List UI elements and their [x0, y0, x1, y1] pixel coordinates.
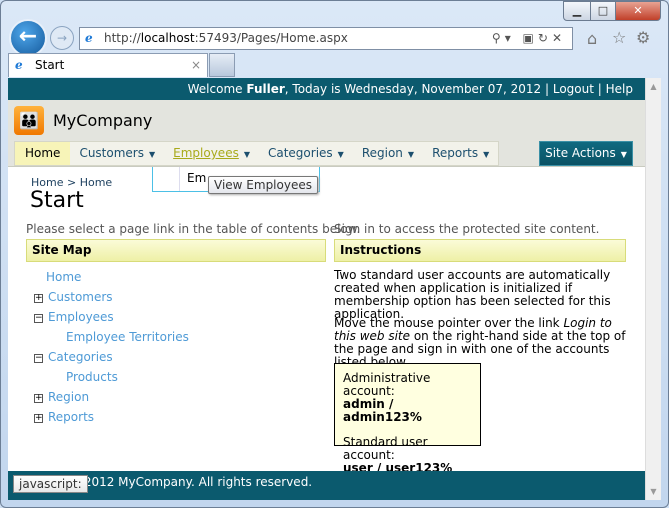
tree-item-home[interactable]: Home	[34, 267, 189, 287]
menu-label: Categories	[267, 146, 333, 160]
caret-down-icon: ▼	[148, 150, 156, 159]
menu-item-employees[interactable]: Employees ▼	[164, 142, 259, 165]
menu-item-reports[interactable]: Reports ▼	[423, 142, 498, 165]
url-host: localhost	[140, 31, 195, 45]
tree-label: Home	[46, 270, 82, 284]
home-icon[interactable]: ⌂	[587, 29, 597, 48]
new-tab-button[interactable]	[209, 53, 235, 77]
welcome-text: Welcome	[187, 82, 243, 96]
admin-credentials: admin / admin123%	[343, 397, 422, 424]
user-name: Fuller	[246, 82, 285, 96]
menu-label: Customers	[79, 146, 144, 160]
close-tab-icon[interactable]: ×	[191, 54, 201, 76]
tree-item-products[interactable]: Products	[34, 367, 189, 387]
brand-bar: 👪 MyCompany	[8, 100, 645, 141]
footer: © 2012 MyCompany. All rights reserved.	[8, 471, 645, 500]
caret-down-icon: ▼	[620, 150, 627, 159]
menu-label: Employees	[173, 146, 239, 160]
site-map-tree: Home + Customers − Employees Employee Terr…	[34, 267, 189, 427]
menu-label: Home	[25, 146, 61, 160]
caret-down-icon: ▼	[407, 150, 415, 159]
collapse-icon[interactable]: −	[34, 354, 43, 363]
close-window-button[interactable]: ✕	[615, 1, 661, 21]
menu-label: Reports	[432, 146, 479, 160]
tree-item-reports[interactable]: + Reports	[34, 407, 189, 427]
instructions-header: Instructions	[334, 239, 626, 262]
top-bar: Welcome Fuller, Today is Wednesday, Nove…	[8, 78, 645, 100]
url-path: :57493/Pages/Home.aspx	[194, 31, 348, 45]
tree-item-employee-territories[interactable]: Employee Territories	[34, 327, 189, 347]
back-button[interactable]: ←	[9, 19, 47, 57]
scroll-up-icon[interactable]: ▲	[646, 82, 661, 91]
tab-title: Start	[35, 58, 65, 72]
dropdown-icon-column	[179, 167, 180, 191]
forward-button[interactable]: →	[50, 26, 74, 50]
expand-icon[interactable]: +	[34, 414, 43, 423]
tooltip: View Employees	[208, 176, 318, 194]
status-tooltip: javascript:	[13, 475, 88, 493]
address-bar[interactable]: e http://localhost:57493/Pages/Home.aspx…	[79, 27, 573, 50]
tree-item-customers[interactable]: + Customers	[34, 287, 189, 307]
date-text: , Today is Wednesday, November 07, 2012	[284, 82, 542, 96]
site-actions-label: Site Actions	[545, 146, 616, 160]
ie-icon: e	[15, 58, 23, 72]
separator: |	[597, 82, 602, 96]
accounts-box: Administrative account: admin / admin123…	[334, 363, 481, 475]
main-menu: Home Customers ▼ Employees ▼ Categories ▼ R…	[14, 141, 500, 166]
text: Move the mouse pointer over the link	[334, 316, 564, 330]
brand-name[interactable]: MyCompany	[53, 111, 152, 130]
menu-item-region[interactable]: Region ▼	[353, 142, 423, 165]
tree-label: Employee Territories	[66, 330, 189, 344]
dropdown-item-employees[interactable]: Em	[187, 171, 206, 185]
page-content: Welcome Fuller, Today is Wednesday, Nove…	[8, 78, 645, 500]
right-note: Sign in to access the protected site con…	[334, 222, 600, 236]
page-title: Start	[30, 188, 84, 213]
tree-label: Employees	[48, 310, 114, 324]
company-logo-icon: 👪	[14, 106, 44, 135]
site-map-header: Site Map	[26, 239, 326, 262]
tree-label: Region	[48, 390, 90, 404]
breadcrumb-current: Home	[79, 176, 113, 189]
tab-start[interactable]: e Start ×	[8, 53, 208, 77]
caret-down-icon: ▼	[483, 150, 490, 159]
ie-icon: e	[85, 31, 93, 45]
left-note: Please select a page link in the table o…	[26, 222, 361, 236]
favorites-star-icon[interactable]: ☆	[612, 28, 626, 47]
tree-label: Customers	[48, 290, 113, 304]
instructions-paragraph-2: Move the mouse pointer over the link Log…	[334, 317, 629, 369]
tree-item-employees[interactable]: − Employees	[34, 307, 189, 327]
caret-down-icon: ▼	[337, 150, 344, 159]
minimize-button[interactable]: ▁	[563, 1, 591, 21]
user-account-label: Standard user account:	[343, 435, 428, 462]
logout-link[interactable]: Logout	[553, 82, 594, 96]
admin-account-label: Administrative account:	[343, 371, 431, 398]
tree-item-region[interactable]: + Region	[34, 387, 189, 407]
url-prefix: http://	[104, 31, 141, 45]
separator: |	[544, 82, 550, 96]
site-actions-button[interactable]: Site Actions ▼	[539, 141, 633, 166]
help-link[interactable]: Help	[606, 82, 633, 96]
menu-item-customers[interactable]: Customers ▼	[70, 142, 164, 165]
menu-label: Region	[361, 146, 403, 160]
tree-label: Reports	[48, 410, 95, 424]
tree-item-categories[interactable]: − Categories	[34, 347, 189, 367]
gear-icon[interactable]: ⚙	[636, 28, 650, 47]
menu-item-categories[interactable]: Categories ▼	[259, 142, 353, 165]
maximize-button[interactable]: □	[590, 1, 616, 21]
menu-bar: Home Customers ▼ Employees ▼ Categories ▼ R…	[8, 141, 645, 167]
collapse-icon[interactable]: −	[34, 314, 43, 323]
expand-icon[interactable]: +	[34, 394, 43, 403]
tree-label: Products	[66, 370, 118, 384]
scroll-down-icon[interactable]: ▼	[646, 487, 661, 496]
instructions-paragraph-1: Two standard user accounts are automatic…	[334, 268, 611, 321]
tree-label: Categories	[48, 350, 113, 364]
expand-icon[interactable]: +	[34, 294, 43, 303]
caret-down-icon: ▼	[243, 150, 250, 159]
vertical-scrollbar[interactable]: ▲ ▼	[645, 78, 661, 500]
menu-item-home[interactable]: Home	[15, 142, 71, 165]
address-actions-icons[interactable]: ⚲▾ ▣↻✕	[492, 28, 566, 49]
